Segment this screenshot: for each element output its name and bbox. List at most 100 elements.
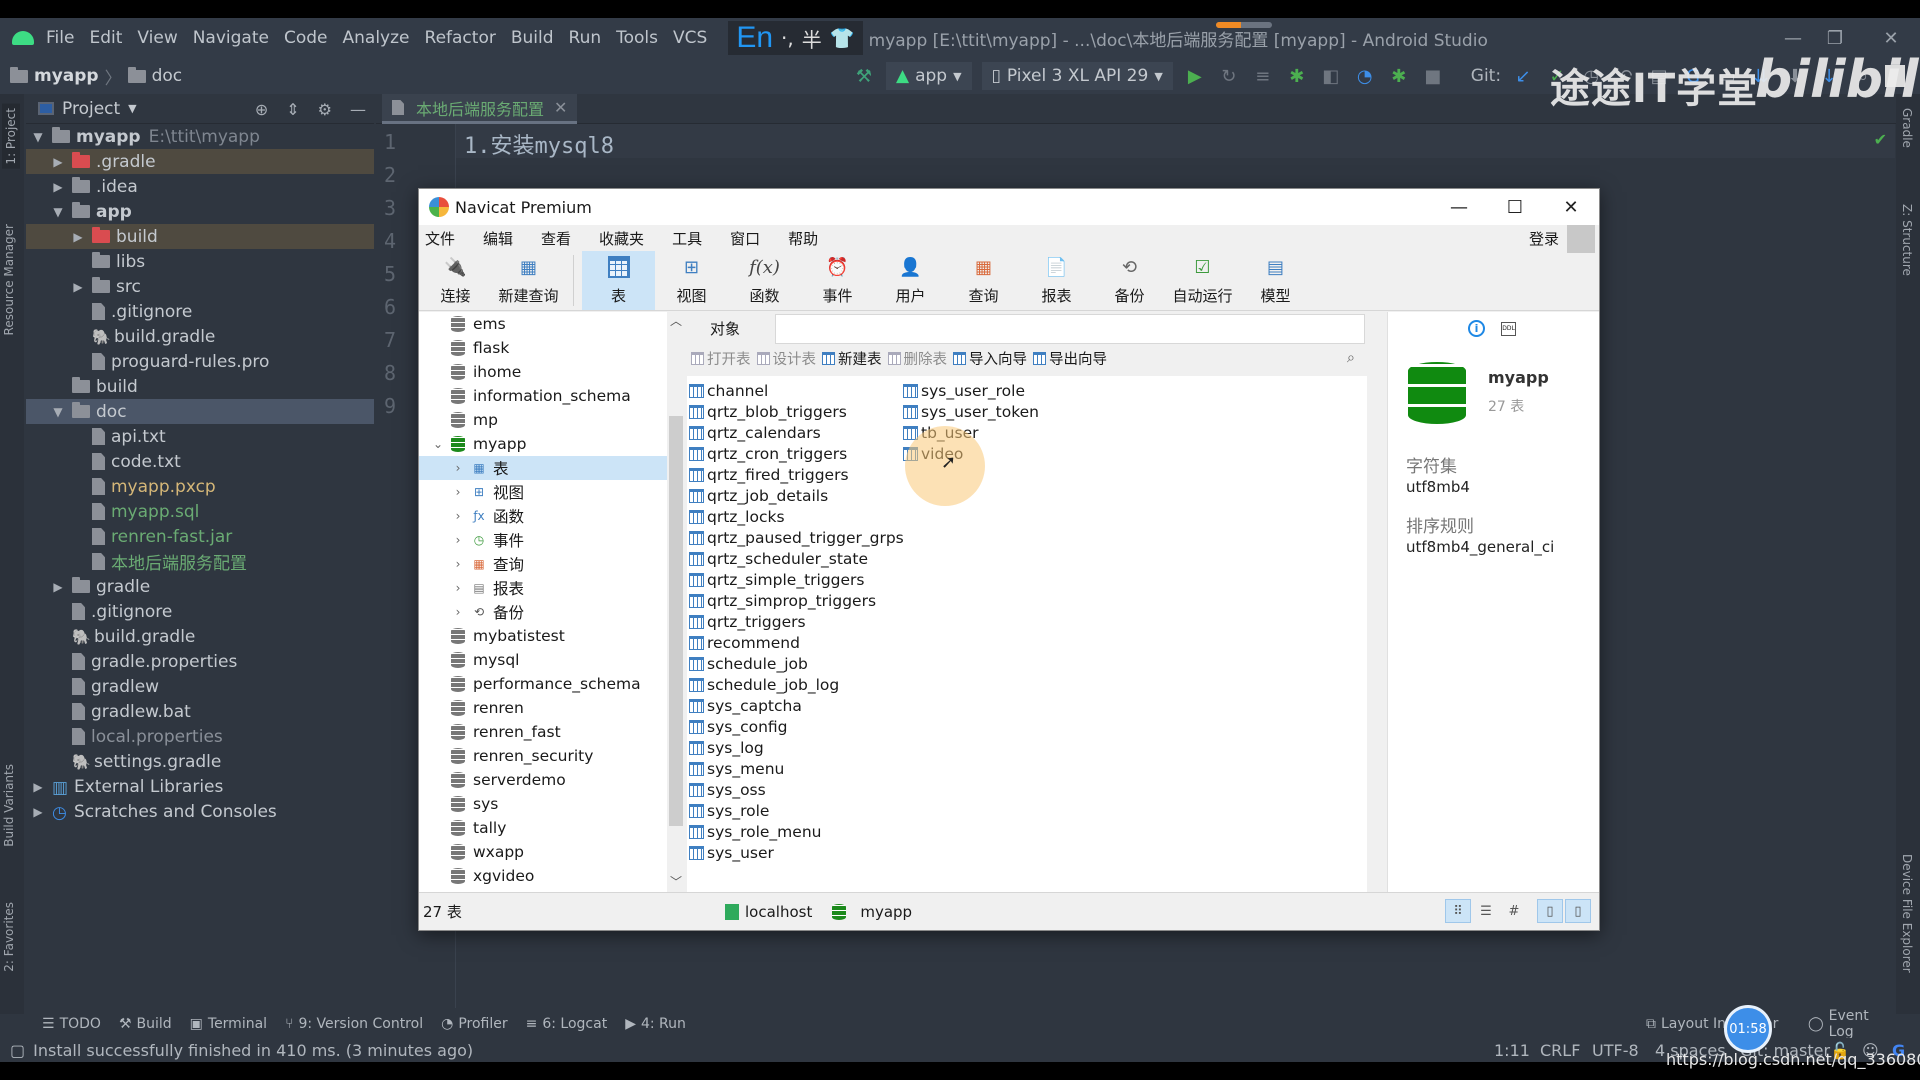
project-tree-item[interactable]: renren-fast.jar [26, 524, 374, 549]
nv-menu-file[interactable]: 文件 [425, 228, 455, 249]
action-5[interactable]: 导出向导 [1033, 348, 1107, 369]
project-tree-item[interactable]: 🐘 settings.gradle [26, 749, 374, 774]
project-tree-item[interactable]: ▶ .gradle [26, 149, 374, 174]
table-item[interactable]: channel [689, 380, 904, 401]
project-tree-item[interactable]: ▶ src [26, 274, 374, 299]
menu-tools[interactable]: Tools [614, 28, 660, 48]
action-4[interactable]: 导入向导 [953, 348, 1027, 369]
project-tree-item[interactable]: proguard-rules.pro [26, 349, 374, 374]
project-tree-item[interactable]: 🐘 build.gradle [26, 324, 374, 349]
nv-menu-view[interactable]: 查看 [541, 228, 571, 249]
collapsed-arrow-icon[interactable]: ▶ [70, 230, 86, 244]
table-item[interactable]: qrtz_simple_triggers [689, 569, 904, 590]
database-item[interactable]: ems [419, 312, 667, 336]
table-item[interactable]: recommend [689, 632, 904, 653]
collapsed-chevron-icon[interactable]: › [451, 557, 465, 571]
table-item[interactable]: qrtz_triggers [689, 611, 904, 632]
project-tree-item[interactable]: ▶ gradle [26, 574, 374, 599]
toggle-info-pane-icon[interactable]: ▯ [1565, 899, 1591, 923]
tool-logcat[interactable]: ≡ 6: Logcat [526, 1016, 608, 1032]
project-tree-item[interactable]: myapp.pxcp [26, 474, 374, 499]
database-item[interactable]: xgvideo [419, 864, 667, 888]
project-tree-item[interactable]: ▶ ◷ Scratches and Consoles [26, 799, 374, 824]
collapsed-chevron-icon[interactable]: › [451, 509, 465, 523]
menu-analyze[interactable]: Analyze [341, 28, 412, 48]
database-item[interactable]: serverdemo [419, 768, 667, 792]
project-tree-item[interactable]: ▼ app [26, 199, 374, 224]
object-type-item[interactable]: › ▤ 报表 [419, 576, 667, 600]
project-view-select[interactable]: Project [62, 99, 120, 119]
ddl-icon[interactable]: DDL [1501, 321, 1516, 336]
table-item[interactable]: sys_oss [689, 779, 904, 800]
object-type-item[interactable]: › ▦ 表 [419, 456, 667, 480]
action-2[interactable]: 新建表 [822, 348, 882, 369]
stop-icon[interactable]: ■ [1421, 66, 1445, 87]
project-tree-item[interactable]: gradlew [26, 674, 374, 699]
toggle-tool-windows-icon[interactable]: ▢ [10, 1041, 25, 1060]
menu-file[interactable]: File [44, 28, 76, 48]
project-tree-item[interactable]: ▶ ▥ External Libraries [26, 774, 374, 799]
background-task-progress[interactable] [1216, 22, 1272, 28]
expanded-chevron-icon[interactable]: ⌄ [431, 437, 445, 451]
info-icon[interactable]: i [1468, 320, 1485, 337]
database-item[interactable]: performance_schema [419, 672, 667, 696]
nv-menu-favorites[interactable]: 收藏夹 [599, 228, 644, 249]
profiler-icon[interactable]: ◔ [1353, 66, 1377, 87]
toolbar-query[interactable]: ▦ 查询 [947, 251, 1020, 310]
project-tree-item[interactable]: local.properties [26, 724, 374, 749]
toolbar-table[interactable]: 表 [582, 251, 655, 310]
locate-icon[interactable]: ⊕ [255, 100, 268, 119]
database-item[interactable]: tally [419, 816, 667, 840]
editor-tab[interactable]: 本地后端服务配置 ✕ [382, 94, 578, 124]
hammer-build-icon[interactable]: ⚒ [852, 66, 876, 87]
table-item[interactable]: sys_role [689, 800, 904, 821]
tree-scrollbar[interactable]: ︿ ﹀ [667, 312, 685, 892]
database-item[interactable]: sys [419, 792, 667, 816]
run-icon[interactable]: ▶ [1183, 66, 1207, 87]
database-item[interactable]: mybatistest [419, 624, 667, 648]
database-item[interactable]: renren [419, 696, 667, 720]
tool-tab-device-file-explorer[interactable]: Device File Explorer [1900, 854, 1914, 973]
object-type-item[interactable]: › ƒx 函数 [419, 504, 667, 528]
table-item[interactable]: qrtz_scheduler_state [689, 548, 904, 569]
ime-language[interactable]: En [736, 21, 773, 55]
table-item[interactable]: qrtz_blob_triggers [689, 401, 904, 422]
object-type-item[interactable]: › ▦ 查询 [419, 552, 667, 576]
tool-profiler[interactable]: ◔ Profiler [441, 1016, 508, 1032]
toolbar-event[interactable]: ⏰ 事件 [801, 251, 874, 310]
list-view-icon[interactable]: ☰ [1473, 899, 1499, 923]
object-type-item[interactable]: › ⊞ 视图 [419, 480, 667, 504]
tool-tab-structure[interactable]: Z: Structure [1900, 204, 1914, 276]
project-tree-item[interactable]: libs [26, 249, 374, 274]
caret-position[interactable]: 1:11 [1494, 1041, 1530, 1060]
database-item[interactable]: mp [419, 408, 667, 432]
nv-menu-tools[interactable]: 工具 [672, 228, 702, 249]
collapsed-arrow-icon[interactable]: ▶ [50, 180, 66, 194]
table-item[interactable]: sys_menu [689, 758, 904, 779]
collapse-all-icon[interactable]: ⇕ [286, 100, 299, 119]
tool-terminal[interactable]: ▣ Terminal [190, 1016, 267, 1032]
menu-edit[interactable]: Edit [87, 28, 124, 48]
collapsed-chevron-icon[interactable]: › [451, 581, 465, 595]
collapsed-chevron-icon[interactable]: › [451, 533, 465, 547]
table-item[interactable]: sys_user_role [903, 380, 1039, 401]
user-avatar[interactable] [1567, 225, 1595, 253]
collapsed-chevron-icon[interactable]: › [451, 461, 465, 475]
navicat-minimize-button[interactable]: — [1431, 189, 1487, 225]
close-tab-icon[interactable]: ✕ [554, 98, 567, 117]
run-config-select[interactable]: ▲ app ▼ [886, 62, 972, 90]
project-tree-item[interactable]: build [26, 374, 374, 399]
project-tree-item[interactable]: 🐘 build.gradle [26, 624, 374, 649]
inspection-ok-icon[interactable]: ✔ [1874, 130, 1887, 149]
toolbar-connect[interactable]: 🔌 连接 [419, 251, 492, 310]
ime-width[interactable]: 半 [802, 24, 822, 53]
tool-event-log[interactable]: ◯ Event Log [1808, 1008, 1896, 1040]
attach-process-icon[interactable]: ✱ [1387, 66, 1411, 87]
menu-run[interactable]: Run [567, 28, 604, 48]
project-tree-item[interactable]: ▼ myapp E:\ttit\myapp [26, 124, 374, 149]
tool-run[interactable]: ▶ 4: Run [625, 1016, 686, 1032]
project-tree-item[interactable]: code.txt [26, 449, 374, 474]
scroll-down-icon[interactable]: ﹀ [670, 873, 682, 890]
object-type-item[interactable]: › ◷ 事件 [419, 528, 667, 552]
table-item[interactable]: sys_config [689, 716, 904, 737]
